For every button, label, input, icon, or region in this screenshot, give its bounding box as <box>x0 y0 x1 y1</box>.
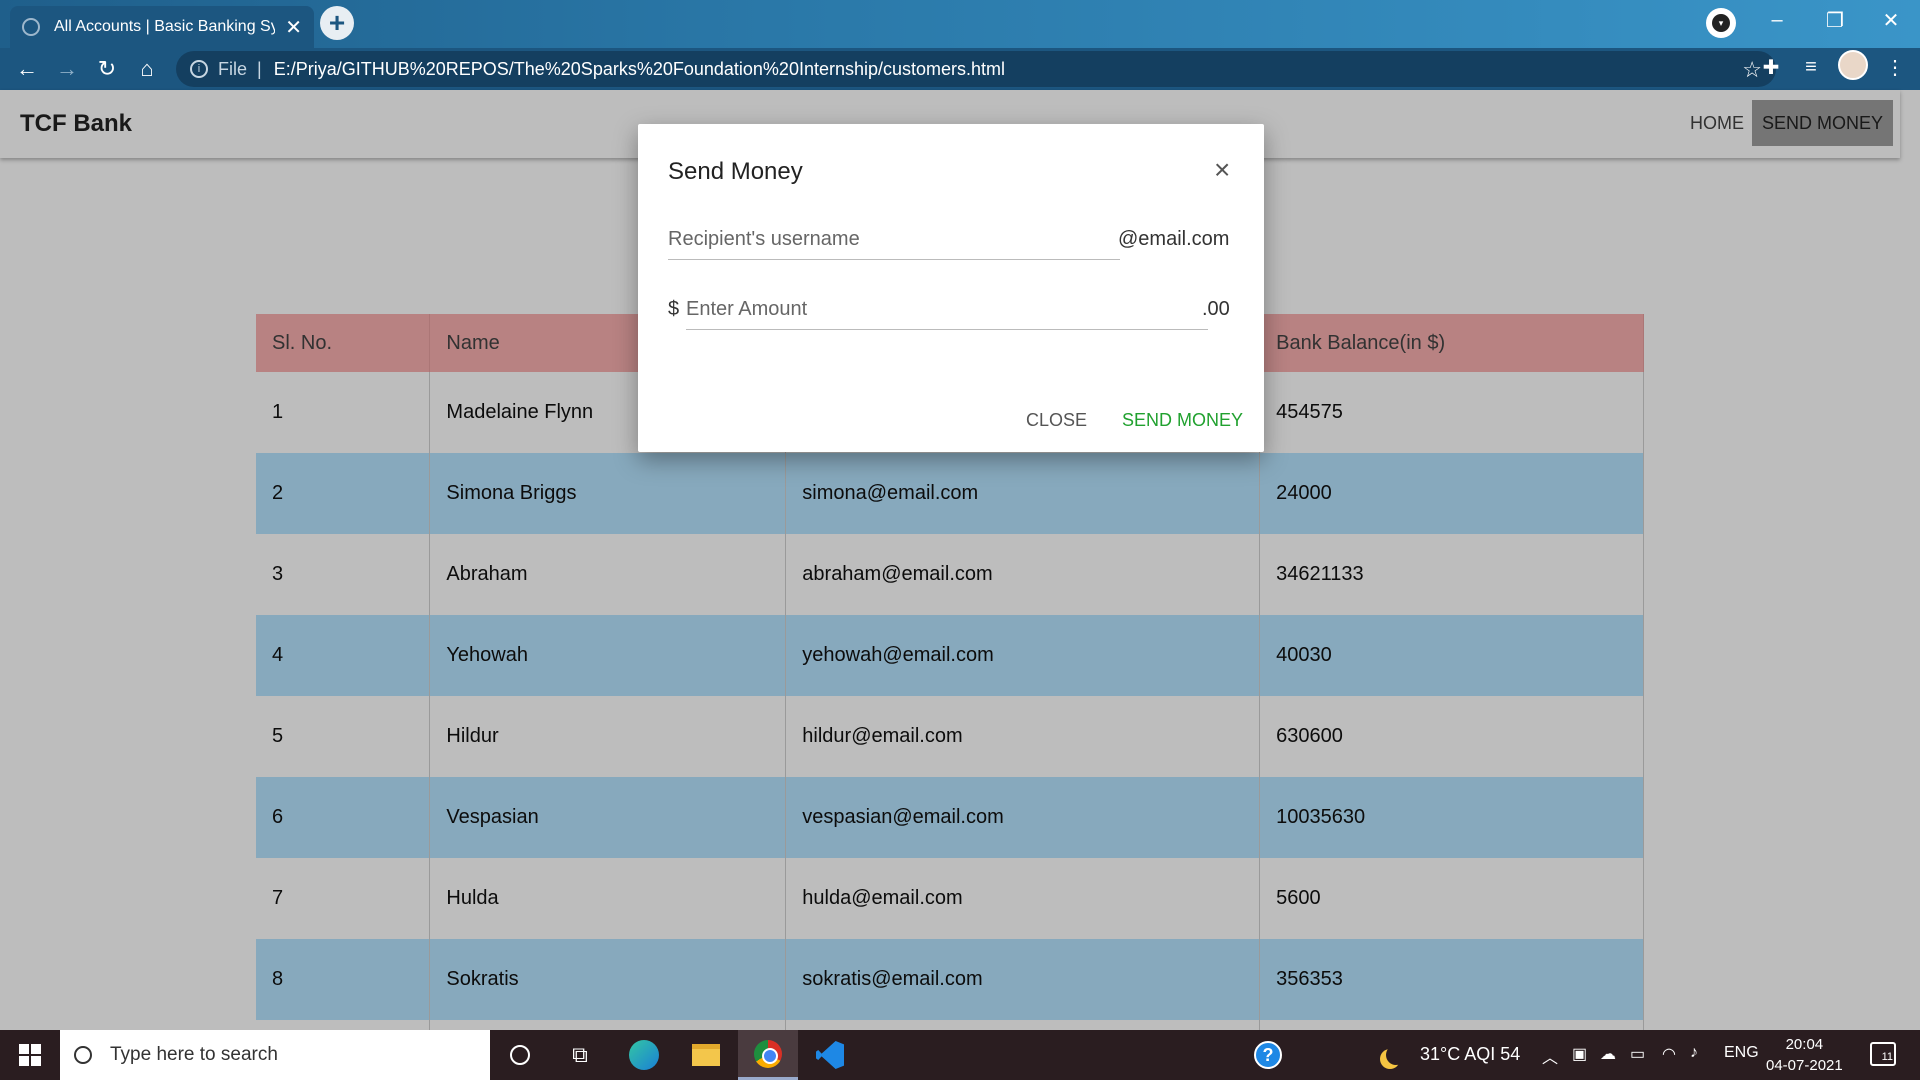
reading-list-icon[interactable]: ≡ <box>1796 52 1826 82</box>
chrome-taskbar-button[interactable] <box>738 1030 798 1080</box>
start-button[interactable] <box>0 1030 60 1080</box>
close-button[interactable]: CLOSE <box>1026 410 1087 431</box>
url-separator: | <box>257 58 262 79</box>
browser-titlebar: All Accounts | Basic Banking Syst ✕ + ▾ … <box>0 0 1920 48</box>
vscode-icon <box>816 1041 844 1069</box>
windows-taskbar: Type here to search ⧉ ? 31°C AQI 54 ︿ ▣ … <box>0 1030 1920 1080</box>
language-indicator[interactable]: ENG <box>1724 1044 1759 1062</box>
weather-text: 31°C AQI 54 <box>1420 1044 1521 1064</box>
windows-logo-icon <box>19 1044 41 1066</box>
restore-button[interactable]: ❐ <box>1806 0 1864 40</box>
currency-prefix: $ <box>668 298 680 320</box>
search-icon <box>74 1046 92 1064</box>
folder-icon <box>692 1044 720 1066</box>
modal-title: Send Money <box>668 158 803 185</box>
file-explorer-taskbar-button[interactable] <box>676 1030 736 1080</box>
forward-icon[interactable]: → <box>52 54 82 84</box>
cortana-button[interactable] <box>490 1030 550 1080</box>
reload-icon[interactable]: ↻ <box>92 54 122 84</box>
profile-avatar[interactable] <box>1838 50 1868 80</box>
clock-date: 04-07-2021 <box>1766 1057 1843 1074</box>
amount-decimal-suffix: .00 <box>1202 298 1230 320</box>
onedrive-cloud-icon[interactable]: ☁ <box>1600 1044 1616 1064</box>
url-text[interactable]: E:/Priya/GITHUB%20REPOS/The%20Sparks%20F… <box>274 59 1005 80</box>
email-domain-suffix: @email.com <box>1118 228 1230 250</box>
browser-tab[interactable]: All Accounts | Basic Banking Syst ✕ <box>10 6 314 48</box>
weather-widget[interactable]: 31°C AQI 54 <box>1380 1044 1520 1065</box>
vscode-taskbar-button[interactable] <box>800 1030 860 1080</box>
home-icon[interactable]: ⌂ <box>132 54 162 84</box>
chevron-up-icon[interactable]: ︿ <box>1542 1044 1558 1068</box>
address-bar[interactable]: i File | E:/Priya/GITHUB%20REPOS/The%20S… <box>176 51 1776 87</box>
tab-search-button[interactable]: ▾ <box>1706 8 1736 38</box>
file-label: File <box>218 58 248 79</box>
new-tab-button[interactable]: + <box>320 6 354 40</box>
edge-icon <box>629 1040 659 1070</box>
extensions-puzzle-icon[interactable]: ✚ <box>1756 52 1786 82</box>
moon-icon <box>1386 1045 1406 1065</box>
help-icon[interactable]: ? <box>1254 1041 1282 1069</box>
volume-icon[interactable]: ♪ <box>1690 1044 1698 1062</box>
recipient-username-input[interactable] <box>668 220 1120 260</box>
modal-close-icon[interactable]: × <box>1214 154 1230 186</box>
chrome-icon <box>754 1039 782 1068</box>
meet-now-icon[interactable]: ▣ <box>1572 1044 1587 1064</box>
taskbar-search-box[interactable]: Type here to search <box>60 1030 490 1080</box>
amount-input[interactable] <box>686 290 1208 330</box>
task-view-icon: ⧉ <box>572 1042 588 1067</box>
back-icon[interactable]: ← <box>12 54 42 84</box>
tab-close-icon[interactable]: ✕ <box>285 15 302 40</box>
window-close-button[interactable]: ✕ <box>1862 0 1920 40</box>
info-icon[interactable]: i <box>190 60 208 78</box>
tab-title: All Accounts | Basic Banking Syst <box>54 18 276 35</box>
wifi-icon[interactable]: ◠ <box>1662 1044 1676 1064</box>
menu-kebab-icon[interactable]: ⋮ <box>1880 52 1910 82</box>
globe-icon <box>22 18 40 36</box>
minimize-button[interactable]: – <box>1748 0 1806 40</box>
clock-time: 20:04 <box>1785 1036 1824 1053</box>
notification-center-icon[interactable]: 11 <box>1870 1042 1896 1066</box>
task-view-button[interactable]: ⧉ <box>550 1030 610 1080</box>
cortana-icon <box>510 1045 530 1065</box>
send-money-modal: Send Money × @email.com $ .00 CLOSE SEND… <box>638 124 1264 452</box>
search-placeholder: Type here to search <box>110 1044 278 1065</box>
edge-taskbar-button[interactable] <box>614 1030 674 1080</box>
send-money-button[interactable]: SEND MONEY <box>1122 410 1243 431</box>
battery-icon[interactable]: ▭ <box>1630 1044 1645 1064</box>
chevron-down-icon: ▾ <box>1712 14 1730 32</box>
system-clock[interactable]: 20:04 04-07-2021 <box>1766 1034 1843 1076</box>
